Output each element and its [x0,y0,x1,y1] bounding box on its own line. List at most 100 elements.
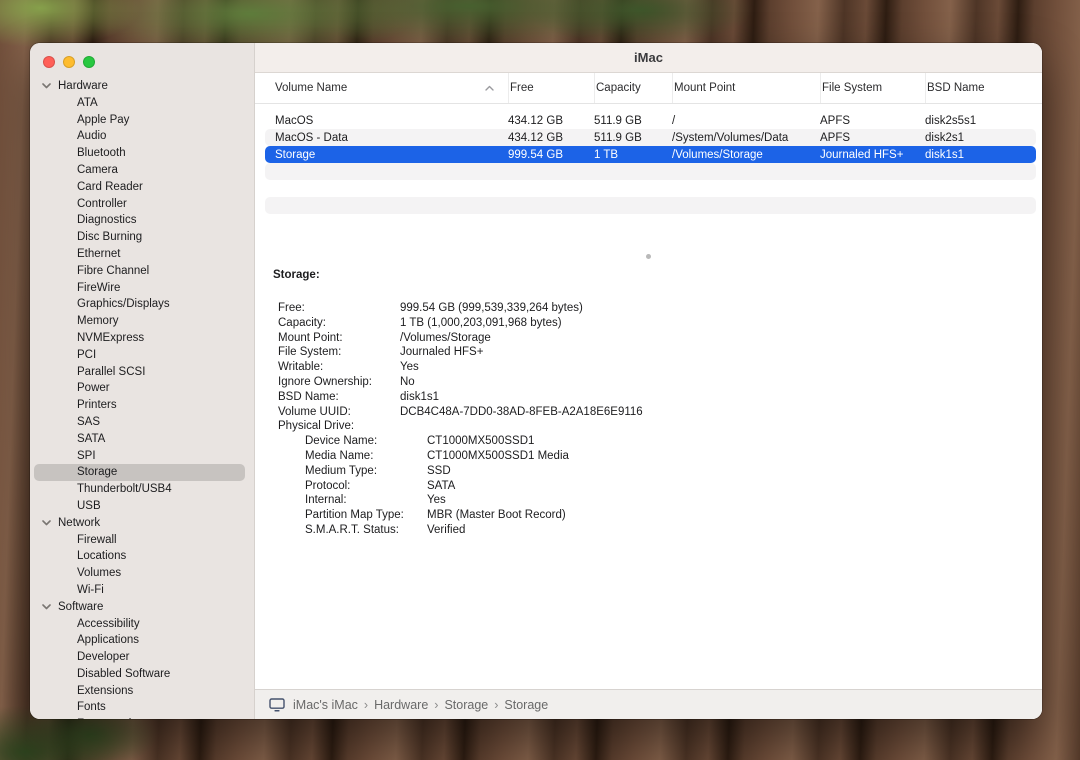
breadcrumb-separator: › [494,698,498,712]
sidebar-item-fonts[interactable]: Fonts [30,699,254,716]
column-header-capacity[interactable]: Capacity [594,73,672,103]
detail-label: Medium Type: [305,464,427,479]
system-information-window: HardwareATAApple PayAudioBluetoothCamera… [30,43,1042,719]
splitter-handle[interactable] [255,250,1042,262]
table-row-storage[interactable]: Storage999.54 GB1 TB/Volumes/StorageJour… [265,146,1036,163]
sidebar-item-firewall[interactable]: Firewall [30,532,254,549]
detail-label: Physical Drive: [278,419,400,434]
sidebar-item-firewire[interactable]: FireWire [30,280,254,297]
detail-field-ignore-ownership: Ignore Ownership:No [278,375,1022,390]
window-controls [30,43,254,72]
sidebar-section-label: Network [58,515,100,532]
sidebar-item-sata[interactable]: SATA [30,431,254,448]
sidebar-item-graphics-displays[interactable]: Graphics/Displays [30,296,254,313]
detail-label: Partition Map Type: [305,508,427,523]
column-header-label: Mount Point [674,82,735,94]
sidebar-item-sas[interactable]: SAS [30,414,254,431]
breadcrumb: iMac's iMac›Hardware›Storage›Storage [293,698,548,712]
titlebar[interactable]: iMac [255,43,1042,73]
details-panel: Storage: Free:999.54 GB (999,539,339,264… [255,262,1042,689]
detail-field-media-name: Media Name:CT1000MX500SSD1 Media [278,449,1022,464]
sidebar-item-applications[interactable]: Applications [30,632,254,649]
sidebar-item-extensions[interactable]: Extensions [30,683,254,700]
cell-volume-name: MacOS - Data [275,132,508,144]
detail-value: SATA [427,480,455,492]
sidebar-item-diagnostics[interactable]: Diagnostics [30,212,254,229]
minimize-button[interactable] [63,56,75,68]
sidebar-item-printers[interactable]: Printers [30,397,254,414]
column-header-label: File System [822,82,882,94]
detail-label: Mount Point: [278,331,400,346]
detail-label: Ignore Ownership: [278,375,400,390]
sidebar-item-parallel-scsi[interactable]: Parallel SCSI [30,364,254,381]
volumes-table-body: MacOS434.12 GB511.9 GB/APFSdisk2s5s1MacO… [255,104,1042,250]
cell-file-system: APFS [820,115,925,127]
sidebar-section-software[interactable]: Software [30,599,254,616]
column-header-free[interactable]: Free [508,73,594,103]
sidebar-section-network[interactable]: Network [30,515,254,532]
column-header-mount-point[interactable]: Mount Point [672,73,820,103]
breadcrumb-item-hardware-1[interactable]: Hardware [374,698,428,712]
detail-label: S.M.A.R.T. Status: [305,523,427,538]
cell-free: 999.54 GB [508,149,594,161]
volumes-table-header: Volume NameFree CapacityMount Point File S… [255,73,1042,104]
sidebar-item-bluetooth[interactable]: Bluetooth [30,145,254,162]
sidebar-item-accessibility[interactable]: Accessibility [30,616,254,633]
column-header-label: Free [510,82,534,94]
detail-field-physical-drive: Physical Drive: [278,419,1022,434]
sidebar-item-ethernet[interactable]: Ethernet [30,246,254,263]
sidebar-item-disabled-software[interactable]: Disabled Software [30,666,254,683]
sidebar-item-memory[interactable]: Memory [30,313,254,330]
table-row-macos[interactable]: MacOS434.12 GB511.9 GB/APFSdisk2s5s1 [265,112,1036,129]
sidebar-item-pci[interactable]: PCI [30,347,254,364]
zoom-button[interactable] [83,56,95,68]
sidebar-item-locations[interactable]: Locations [30,548,254,565]
sidebar-item-card-reader[interactable]: Card Reader [30,179,254,196]
sidebar-item-disc-burning[interactable]: Disc Burning [30,229,254,246]
sidebar-item-ata[interactable]: ATA [30,95,254,112]
detail-label: Free: [278,301,400,316]
detail-field-mount-point: Mount Point:/Volumes/Storage [278,331,1022,346]
table-row-empty [265,180,1036,197]
sidebar-item-camera[interactable]: Camera [30,162,254,179]
breadcrumb-item-storage-2[interactable]: Storage [444,698,488,712]
sidebar-item-frameworks[interactable]: Frameworks [30,716,254,719]
cell-bsd-name: disk1s1 [925,149,1036,161]
computer-icon [269,698,285,712]
sidebar-item-developer[interactable]: Developer [30,649,254,666]
detail-field-writable: Writable:Yes [278,360,1022,375]
column-header-file-system[interactable]: File System [820,73,925,103]
sidebar-item-spi[interactable]: SPI [30,448,254,465]
sidebar-section-label: Software [58,599,103,616]
cell-file-system: APFS [820,132,925,144]
sidebar-item-apple-pay[interactable]: Apple Pay [30,112,254,129]
detail-field-partition-map-type: Partition Map Type:MBR (Master Boot Reco… [278,508,1022,523]
sidebar-item-controller[interactable]: Controller [30,196,254,213]
sidebar-item-wi-fi[interactable]: Wi-Fi [30,582,254,599]
cell-free: 434.12 GB [508,132,594,144]
table-row-macos-data[interactable]: MacOS - Data434.12 GB511.9 GB/System/Vol… [265,129,1036,146]
table-row-empty [265,197,1036,214]
sidebar-item-usb[interactable]: USB [30,498,254,515]
detail-value: CT1000MX500SSD1 [427,435,534,447]
sidebar-item-audio[interactable]: Audio [30,128,254,145]
detail-value: No [400,376,415,388]
table-row-empty [265,214,1036,231]
breadcrumb-separator: › [364,698,368,712]
column-header-bsd-name[interactable]: BSD Name [925,73,1042,103]
detail-label: Protocol: [305,479,427,494]
detail-label: File System: [278,345,400,360]
sidebar-item-storage[interactable]: Storage [34,464,245,481]
sidebar-item-volumes[interactable]: Volumes [30,565,254,582]
sidebar-item-fibre-channel[interactable]: Fibre Channel [30,263,254,280]
sidebar-item-power[interactable]: Power [30,380,254,397]
detail-label: Writable: [278,360,400,375]
sidebar-item-thunderbolt-usb4[interactable]: Thunderbolt/USB4 [30,481,254,498]
breadcrumb-item-storage-3[interactable]: Storage [504,698,548,712]
detail-value: MBR (Master Boot Record) [427,509,566,521]
sidebar-item-nvmexpress[interactable]: NVMExpress [30,330,254,347]
close-button[interactable] [43,56,55,68]
sidebar-section-hardware[interactable]: Hardware [30,78,254,95]
breadcrumb-item-imac-s-imac-0[interactable]: iMac's iMac [293,698,358,712]
column-header-volume-name[interactable]: Volume Name [275,73,508,103]
